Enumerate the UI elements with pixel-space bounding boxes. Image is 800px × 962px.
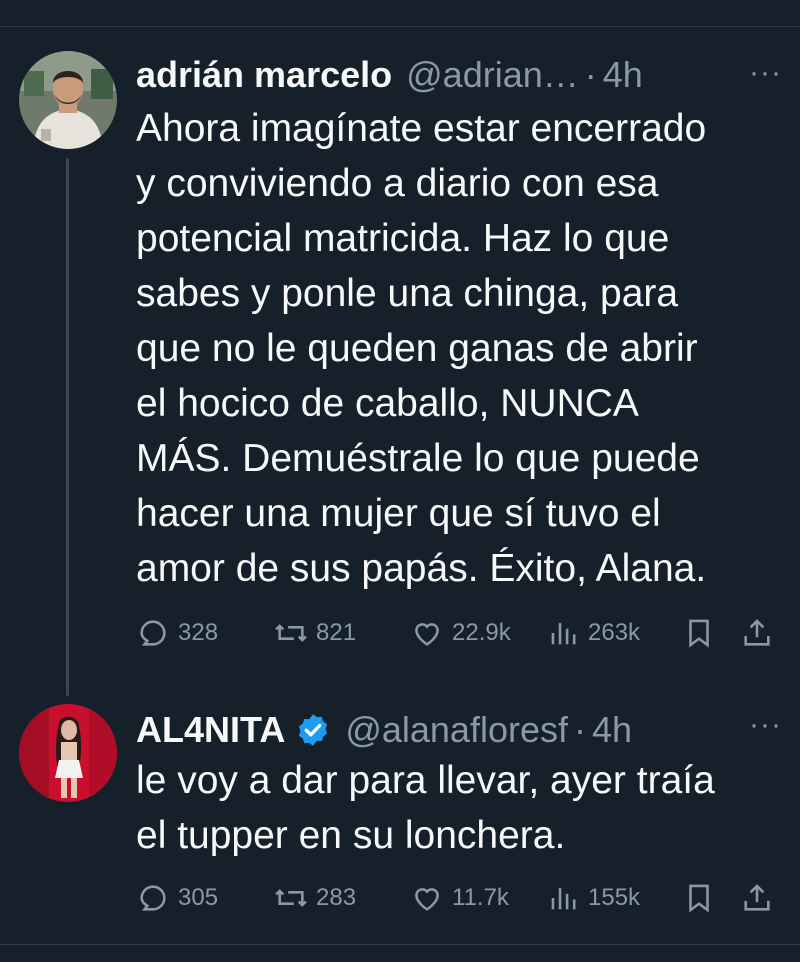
reply-button[interactable]: 328 <box>136 616 218 650</box>
bookmark-button[interactable] <box>682 616 716 650</box>
reply-icon <box>140 885 166 911</box>
views-button[interactable]: 263k <box>546 616 640 650</box>
bottom-divider <box>0 944 800 945</box>
view-count: 263k <box>588 619 641 646</box>
views-button[interactable]: 155k <box>546 881 640 915</box>
timestamp[interactable]: 4h <box>603 54 643 96</box>
display-name[interactable]: adrián marcelo <box>136 54 392 96</box>
avatar[interactable] <box>19 51 117 149</box>
share-icon <box>744 619 770 646</box>
verified-badge-icon <box>295 712 331 748</box>
tweet-header: adrián marcelo @adrian… · 4h <box>136 54 643 96</box>
reply-count: 305 <box>178 884 219 911</box>
avatar[interactable] <box>19 704 117 802</box>
retweet-count: 283 <box>316 884 357 911</box>
more-options-icon[interactable]: ··· <box>749 56 782 90</box>
views-icon <box>551 623 576 645</box>
like-count: 22.9k <box>452 619 511 646</box>
retweet-icon <box>275 889 307 907</box>
reply-icon <box>140 620 166 646</box>
more-options-icon[interactable]: ··· <box>749 708 782 742</box>
display-name[interactable]: AL4NITA <box>136 709 285 751</box>
user-handle[interactable]: @adrian… <box>406 54 579 96</box>
separator-dot: · <box>584 54 597 95</box>
reply-count: 328 <box>178 619 219 646</box>
share-button[interactable] <box>740 881 774 915</box>
views-icon <box>551 888 576 910</box>
like-count: 11.7k <box>452 884 509 911</box>
retweet-button[interactable]: 283 <box>274 881 356 915</box>
view-count: 155k <box>588 884 641 911</box>
tweet-actions: 305 283 11.7k 155k <box>136 881 776 921</box>
like-button[interactable]: 11.7k <box>410 881 509 915</box>
heart-icon <box>415 623 439 646</box>
tweet-text: Ahora imagínate estar encerrado y conviv… <box>136 107 707 590</box>
timestamp[interactable]: 4h <box>592 709 632 751</box>
bookmark-button[interactable] <box>682 881 716 915</box>
retweet-button[interactable]: 821 <box>274 616 356 650</box>
bookmark-icon <box>689 884 709 913</box>
heart-icon <box>415 888 439 911</box>
like-button[interactable]: 22.9k <box>410 616 511 650</box>
tweet-text: le voy a dar para llevar, ayer traía el … <box>136 759 715 857</box>
reply-button[interactable]: 305 <box>136 881 218 915</box>
retweet-icon <box>275 624 307 642</box>
tweet-actions: 328 821 22.9k 263k <box>136 616 776 656</box>
share-icon <box>744 884 770 911</box>
top-divider <box>0 26 800 27</box>
tweet-header: AL4NITA @alanafloresf · 4h <box>136 706 632 751</box>
separator-dot: · <box>574 709 586 750</box>
user-handle[interactable]: @alanafloresf <box>345 709 568 751</box>
retweet-count: 821 <box>316 619 357 646</box>
share-button[interactable] <box>740 616 774 650</box>
bookmark-icon <box>689 619 709 648</box>
thread-connector-line <box>66 158 69 696</box>
